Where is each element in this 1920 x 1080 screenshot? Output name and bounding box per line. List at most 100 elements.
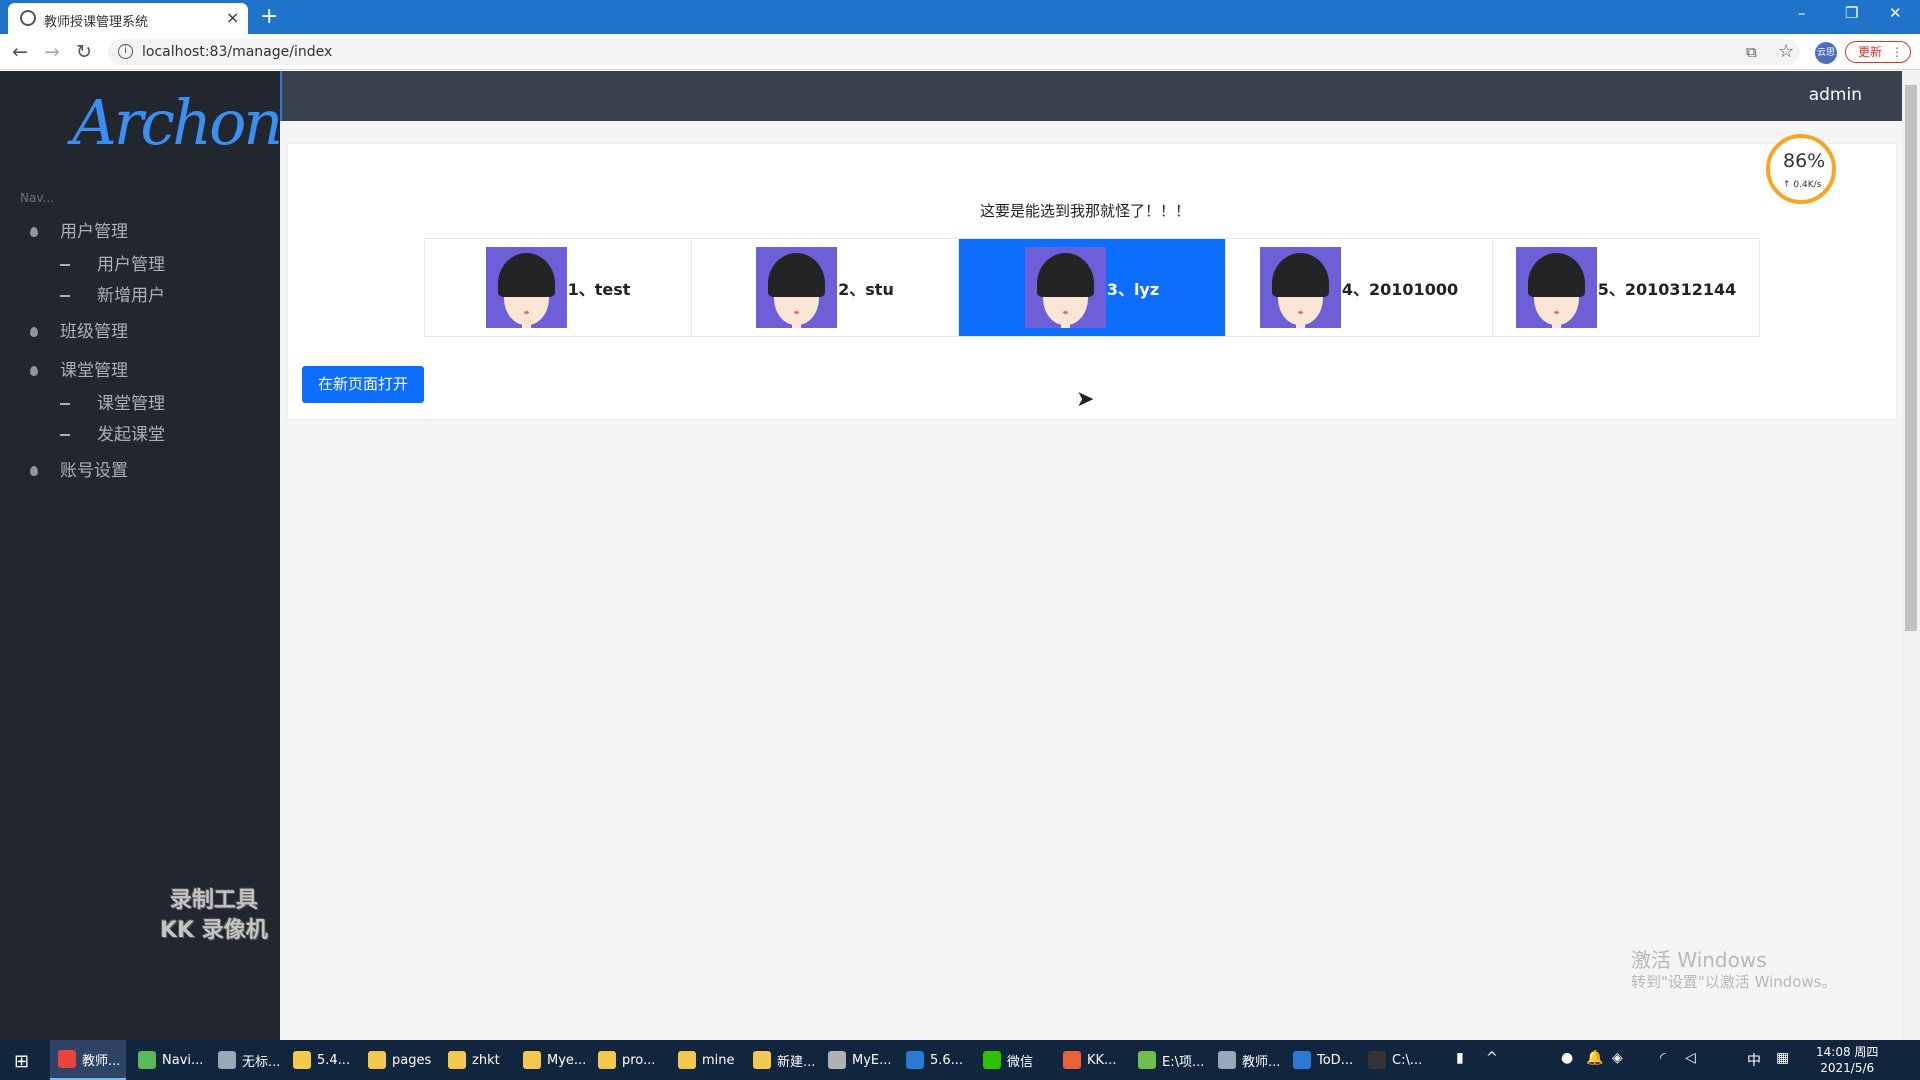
network-speed-widget[interactable]: 86% ↑ 0.4K/s: [1766, 134, 1836, 204]
dash-icon: [60, 295, 70, 297]
sidebar-item-start-classroom[interactable]: 发起课堂: [60, 420, 165, 445]
taskbar-app[interactable]: C:\...: [1360, 1040, 1436, 1080]
taskbar-app[interactable]: 新建...: [745, 1040, 821, 1080]
taskbar-app-label: mine: [702, 1052, 735, 1068]
drop-icon: [30, 327, 38, 337]
taskbar-app[interactable]: 无标...: [210, 1040, 286, 1080]
taskbar-app[interactable]: zhkt: [440, 1040, 516, 1080]
taskbar-app[interactable]: Navi...: [130, 1040, 206, 1080]
bookmark-star-icon[interactable]: ☆: [1778, 41, 1794, 62]
student-picker: 1、test 2、stu 3、lyz 4、20101000 5、2010312144: [424, 238, 1760, 337]
sidebar-group-account[interactable]: 账号设置: [30, 456, 128, 481]
more-menu-icon[interactable]: ⋮: [1891, 42, 1903, 62]
address-toolbar: ← → ↻ i localhost:83/manage/index ⧉ ☆ 云思…: [0, 34, 1920, 70]
taskbar-app[interactable]: mine: [670, 1040, 746, 1080]
sidebar-group-label: 课堂管理: [60, 361, 128, 381]
taskbar-app-label: Navi...: [162, 1052, 204, 1068]
speed-rate: ↑ 0.4K/s: [1783, 180, 1822, 190]
taskbar-app[interactable]: KK...: [1055, 1040, 1131, 1080]
ime-indicator[interactable]: 中: [1747, 1050, 1761, 1070]
student-option[interactable]: 2、stu: [692, 239, 959, 336]
watermark-line: 录制工具: [169, 888, 258, 913]
restore-icon[interactable]: ❐: [1845, 4, 1858, 22]
windows-start-icon[interactable]: ⊞: [14, 1051, 29, 1072]
taskbar-app[interactable]: ToD...: [1285, 1040, 1361, 1080]
dash-icon: [60, 434, 70, 436]
app-icon: [1063, 1051, 1081, 1069]
open-in-new-page-button[interactable]: 在新页面打开: [302, 366, 424, 403]
taskbar-app[interactable]: MyE...: [820, 1040, 896, 1080]
taskbar-app[interactable]: 5.4...: [285, 1040, 361, 1080]
student-option[interactable]: 4、20101000: [1226, 239, 1493, 336]
taskbar-app-label: zhkt: [472, 1052, 500, 1068]
student-option[interactable]: 3、lyz: [959, 239, 1226, 336]
extension-avatar-icon[interactable]: 云思: [1815, 42, 1837, 64]
sidebar-group-classroom[interactable]: 课堂管理: [30, 356, 128, 381]
tray-chevron-icon[interactable]: ^: [1486, 1050, 1498, 1066]
taskbar-app-label: Mye...: [547, 1052, 587, 1068]
forward-icon[interactable]: →: [44, 41, 60, 63]
sidebar-item-label: 课堂管理: [97, 394, 165, 414]
update-button[interactable]: 更新 ⋮: [1845, 41, 1911, 63]
app-icon: [906, 1051, 924, 1069]
volume-icon[interactable]: ◁: [1685, 1050, 1696, 1066]
app-icon: [523, 1051, 541, 1069]
page-scrollbar[interactable]: [1902, 71, 1920, 1040]
minimize-icon[interactable]: –: [1798, 4, 1806, 22]
taskbar-app-label: KK...: [1087, 1052, 1117, 1068]
app-icon: [753, 1051, 771, 1069]
student-label: 1、test: [567, 279, 631, 299]
battery-icon[interactable]: ▮: [1456, 1050, 1464, 1066]
notification-icon[interactable]: 🔔: [1586, 1050, 1603, 1066]
wifi-icon[interactable]: ◜: [1660, 1050, 1665, 1066]
back-icon[interactable]: ←: [12, 41, 28, 63]
taskbar-app-label: 无标...: [242, 1054, 281, 1070]
translate-icon[interactable]: ⧉: [1746, 43, 1757, 61]
taskbar: ⊞ 教师... Navi... 无标... 5.4... pages zhkt Mye...…: [0, 1040, 1920, 1080]
student-option[interactable]: 5、2010312144: [1493, 239, 1759, 336]
reload-icon[interactable]: ↻: [76, 41, 92, 63]
sidebar-item-classroom-manage[interactable]: 课堂管理: [60, 389, 165, 414]
taskbar-app[interactable]: 教师...: [1210, 1040, 1286, 1080]
taskbar-app-label: pages: [392, 1052, 432, 1068]
info-icon[interactable]: i: [118, 44, 133, 59]
scroll-thumb[interactable]: [1905, 85, 1917, 631]
new-tab-button[interactable]: +: [260, 4, 278, 29]
globe-icon: [20, 10, 36, 26]
user-name[interactable]: admin: [1809, 85, 1862, 105]
app-icon: [828, 1051, 846, 1069]
watermark-line: KK 录像机: [160, 918, 268, 943]
sidebar-item-user-manage[interactable]: 用户管理: [60, 250, 165, 275]
address-bar[interactable]: i localhost:83/manage/index: [108, 39, 1800, 65]
sidebar-group-class[interactable]: 班级管理: [30, 317, 128, 342]
tab-close-icon[interactable]: ×: [226, 8, 239, 27]
url-text[interactable]: localhost:83/manage/index: [142, 44, 332, 60]
taskbar-app-label: 5.6...: [930, 1052, 964, 1068]
tray-app-icon[interactable]: ●: [1561, 1050, 1573, 1066]
system-clock[interactable]: 14:08 周四 2021/5/6: [1816, 1044, 1878, 1076]
window-close-icon[interactable]: ✕: [1889, 4, 1902, 22]
taskbar-app-label: 教师...: [82, 1053, 121, 1069]
sidebar-item-label: 发起课堂: [97, 425, 165, 445]
app-icon: [1368, 1051, 1386, 1069]
keyboard-icon[interactable]: ▦: [1776, 1050, 1789, 1066]
taskbar-app[interactable]: 微信: [975, 1040, 1051, 1080]
app-icon: [1138, 1051, 1156, 1069]
taskbar-app[interactable]: pro...: [590, 1040, 666, 1080]
drop-icon: [30, 466, 38, 476]
app-icon: [293, 1051, 311, 1069]
network-icon[interactable]: ◈: [1612, 1050, 1623, 1066]
app-icon: [1218, 1051, 1236, 1069]
sidebar-item-add-user[interactable]: 新增用户: [60, 281, 165, 306]
sidebar-group-user[interactable]: 用户管理: [30, 217, 128, 242]
taskbar-app[interactable]: 教师...: [50, 1040, 126, 1080]
taskbar-app[interactable]: E:\项...: [1130, 1040, 1206, 1080]
taskbar-app[interactable]: 5.6...: [898, 1040, 974, 1080]
student-option[interactable]: 1、test: [425, 239, 692, 336]
taskbar-app-label: 5.4...: [317, 1052, 351, 1068]
taskbar-app[interactable]: pages: [360, 1040, 436, 1080]
activate-windows-title: 激活 Windows: [1631, 948, 1767, 972]
clock-time: 14:08 周四: [1816, 1045, 1879, 1059]
taskbar-app[interactable]: Mye...: [515, 1040, 591, 1080]
browser-tab[interactable]: 教师授课管理系统 ×: [8, 3, 248, 34]
